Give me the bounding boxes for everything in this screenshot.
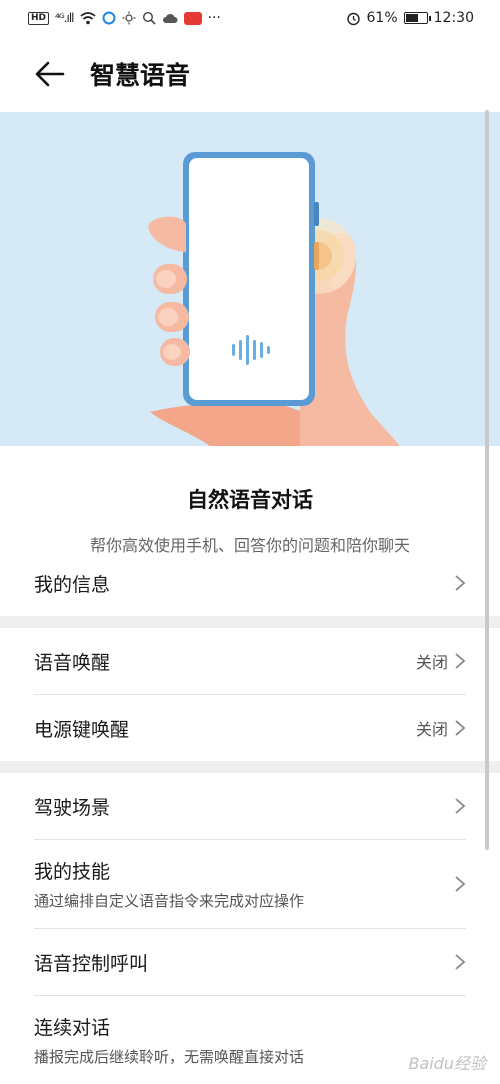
section-divider (0, 761, 500, 773)
chevron-right-icon (454, 953, 466, 971)
power-key-wake-value: 关闭 (415, 720, 448, 739)
status-bar: HD ⁴ᴳ.ıll ··· 61% 12:30 (0, 0, 500, 36)
clock: 12:30 (433, 10, 474, 26)
search-icon (142, 11, 156, 25)
browser-icon (102, 11, 115, 25)
voice-wake-label: 语音唤醒 (34, 651, 111, 674)
back-button[interactable] (18, 44, 82, 104)
page-title: 智慧语音 (90, 61, 191, 90)
my-skills-row[interactable]: 我的技能通过编排自定义语音指令来完成对应操作 (0, 840, 500, 928)
battery-icon (403, 12, 431, 24)
hd-icon: HD (28, 11, 50, 25)
chevron-right-icon (454, 797, 466, 815)
driving-scene-row[interactable]: 驾驶场景 (0, 773, 500, 839)
hero-illustration (0, 112, 500, 446)
more-notifications-icon: ··· (207, 10, 221, 26)
voice-call-label: 语音控制呼叫 (34, 952, 149, 975)
battery-percent: 61% (366, 10, 398, 26)
my-skills-label: 我的技能 (34, 861, 111, 883)
voice-wake-value: 关闭 (415, 653, 448, 672)
power-key-wake-label: 电源键唤醒 (34, 718, 130, 741)
arrow-left-icon (35, 61, 65, 87)
chevron-right-icon (454, 875, 466, 893)
my-info-row[interactable]: 我的信息 (0, 550, 500, 616)
brightness-icon (122, 11, 135, 25)
wifi-icon (79, 11, 96, 24)
title-bar: 智慧语音 (0, 36, 500, 112)
cloud-icon (162, 13, 177, 23)
voice-call-row[interactable]: 语音控制呼叫 (0, 929, 500, 995)
my-info-label: 我的信息 (34, 573, 111, 596)
app-notification-icon (183, 11, 202, 25)
settings-list: 我的信息 语音唤醒 关闭 电源键唤醒 关闭 驾驶场景 我的技能通过编排自定义语音… (0, 550, 500, 1084)
alarm-icon (346, 12, 360, 25)
section-divider (0, 616, 500, 628)
chevron-right-icon (454, 652, 466, 670)
scrollbar[interactable] (485, 110, 489, 850)
power-key-wake-row[interactable]: 电源键唤醒 关闭 (0, 695, 500, 761)
chevron-right-icon (454, 719, 466, 737)
hero-title: 自然语音对话 (187, 488, 313, 512)
continuous-dialog-label: 连续对话 (34, 1017, 111, 1039)
hero-texts: 自然语音对话 帮你高效使用手机、回答你的问题和陪你聊天 (0, 446, 500, 556)
continuous-dialog-description: 播报完成后继续聆听，无需唤醒直接对话 (34, 1048, 305, 1066)
phone-in-hand-illustration (148, 152, 400, 446)
chevron-right-icon (454, 574, 466, 592)
driving-scene-label: 驾驶场景 (34, 796, 111, 819)
cellular-signal-icon: ⁴ᴳ.ıll (55, 11, 75, 25)
my-skills-description: 通过编排自定义语音指令来完成对应操作 (34, 892, 305, 910)
voice-wake-row[interactable]: 语音唤醒 关闭 (0, 628, 500, 694)
watermark: Baidu经验 (408, 1054, 486, 1073)
